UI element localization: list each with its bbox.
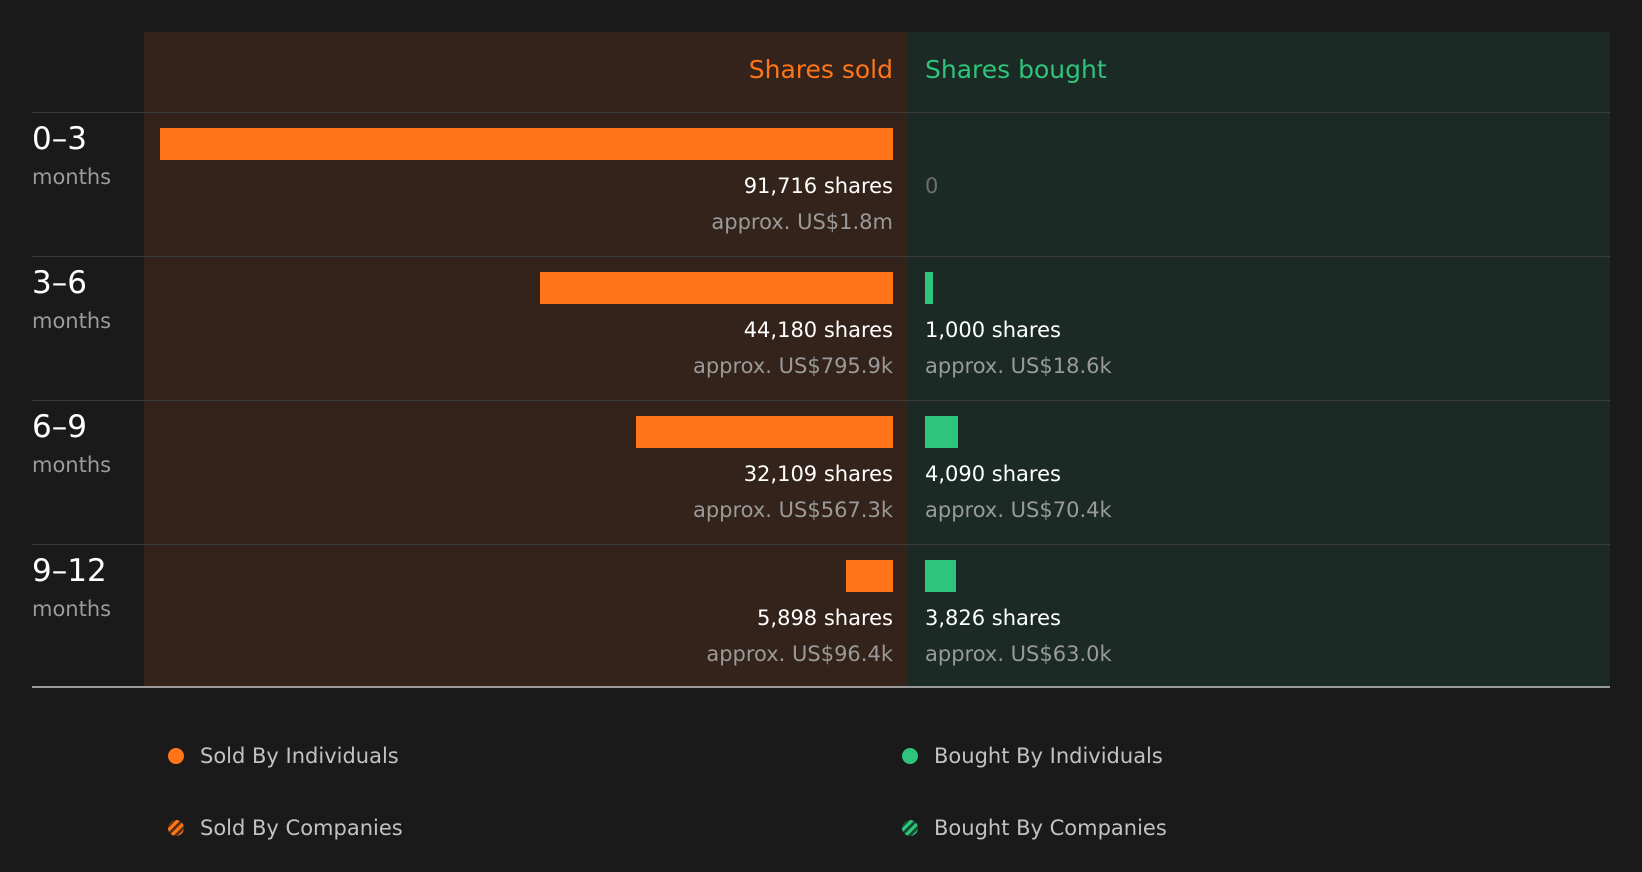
sold-bar bbox=[160, 128, 893, 160]
chart-row: 3–6 months 44,180 shares approx. US$795.… bbox=[0, 257, 1642, 401]
hatched-circle-icon bbox=[168, 820, 184, 836]
chart-row: 9–12 months 5,898 shares approx. US$96.4… bbox=[0, 545, 1642, 689]
legend-bought-companies: Bought By Companies bbox=[902, 814, 1167, 842]
bought-bar bbox=[925, 560, 956, 592]
bought-value-label: approx. US$18.6k bbox=[925, 354, 1112, 378]
period-label: 3–6 bbox=[32, 265, 87, 301]
shares-bought-header: Shares bought bbox=[925, 55, 1107, 84]
bought-value-label: approx. US$70.4k bbox=[925, 498, 1112, 522]
filled-circle-icon bbox=[168, 748, 184, 764]
hatched-circle-icon bbox=[902, 820, 918, 836]
period-unit: months bbox=[32, 453, 112, 477]
chart-row: 6–9 months 32,109 shares approx. US$567.… bbox=[0, 401, 1642, 545]
sold-value-label: approx. US$1.8m bbox=[711, 210, 893, 234]
chart-row: 0–3 months 91,716 shares approx. US$1.8m… bbox=[0, 113, 1642, 257]
period-unit: months bbox=[32, 597, 112, 621]
period-label: 9–12 bbox=[32, 553, 107, 589]
sold-value-label: approx. US$96.4k bbox=[706, 642, 893, 666]
sold-value-label: approx. US$567.3k bbox=[692, 498, 893, 522]
bought-shares-label: 4,090 shares bbox=[925, 462, 1061, 486]
legend-label: Bought By Companies bbox=[934, 816, 1167, 840]
legend-label: Sold By Individuals bbox=[200, 744, 399, 768]
sold-shares-label: 5,898 shares bbox=[757, 606, 893, 630]
sold-shares-label: 44,180 shares bbox=[743, 318, 893, 342]
legend-sold-companies: Sold By Companies bbox=[168, 814, 403, 842]
sold-shares-label: 91,716 shares bbox=[743, 174, 893, 198]
sold-bar bbox=[845, 560, 893, 592]
period-unit: months bbox=[32, 309, 112, 333]
bought-value-label: approx. US$63.0k bbox=[925, 642, 1112, 666]
sold-bar bbox=[636, 416, 893, 448]
legend-label: Bought By Individuals bbox=[934, 744, 1163, 768]
filled-circle-icon bbox=[902, 748, 918, 764]
sold-shares-label: 32,109 shares bbox=[743, 462, 893, 486]
bought-shares-label: 3,826 shares bbox=[925, 606, 1061, 630]
period-label: 0–3 bbox=[32, 121, 87, 157]
bought-bar bbox=[925, 272, 933, 304]
legend-bought-individuals: Bought By Individuals bbox=[902, 742, 1163, 770]
sold-bar bbox=[539, 272, 893, 304]
bought-bar bbox=[925, 416, 958, 448]
legend-sold-individuals: Sold By Individuals bbox=[168, 742, 399, 770]
bought-shares-label: 1,000 shares bbox=[925, 318, 1061, 342]
bought-shares-label: 0 bbox=[925, 174, 939, 198]
period-unit: months bbox=[32, 165, 112, 189]
shares-sold-header: Shares sold bbox=[748, 55, 893, 84]
sold-value-label: approx. US$795.9k bbox=[692, 354, 893, 378]
period-label: 6–9 bbox=[32, 409, 87, 445]
legend-label: Sold By Companies bbox=[200, 816, 403, 840]
